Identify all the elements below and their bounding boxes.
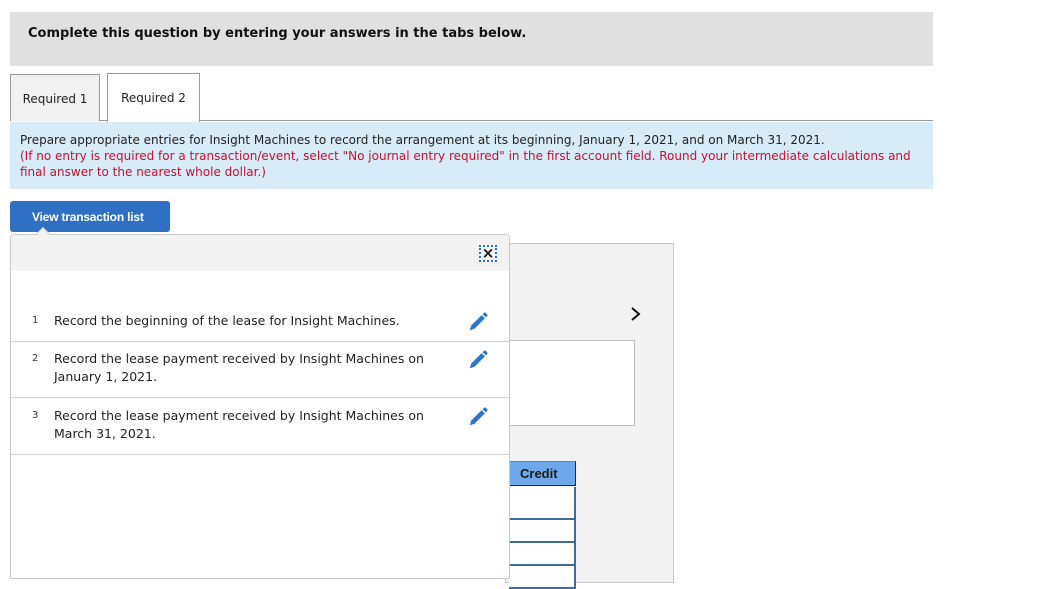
transaction-item-2[interactable]: 2 Record the lease payment received by I… [11, 350, 509, 388]
transaction-item-1[interactable]: 1 Record the beginning of the lease for … [11, 312, 509, 332]
transaction-text: Record the lease payment received by Ins… [54, 408, 424, 441]
credit-input[interactable] [509, 566, 576, 589]
instruction-text: Complete this question by entering your … [28, 26, 527, 41]
credit-input[interactable] [509, 487, 576, 520]
transaction-text: Record the beginning of the lease for In… [54, 313, 400, 328]
transaction-number: 2 [32, 353, 39, 364]
prompt-note-text: (If no entry is required for a transacti… [20, 149, 911, 179]
transaction-number: 1 [32, 315, 39, 326]
question-prompt: Prepare appropriate entries for Insight … [10, 122, 933, 189]
transaction-list-popover: × 1 Record the beginning of the lease fo… [10, 226, 510, 579]
transaction-number: 3 [32, 410, 39, 421]
journal-entry-box [505, 340, 635, 426]
prompt-main-text: Prepare appropriate entries for Insight … [20, 133, 825, 147]
pencil-icon[interactable] [467, 311, 489, 333]
tab-bar: Required 1 Required 2 [10, 73, 933, 122]
tab-required-1[interactable]: Required 1 [10, 74, 100, 121]
list-divider [11, 397, 509, 398]
list-divider [11, 341, 509, 342]
chevron-right-icon[interactable] [628, 306, 644, 322]
transaction-item-3[interactable]: 3 Record the lease payment received by I… [11, 407, 509, 445]
view-transaction-list-button[interactable]: View transaction list [10, 201, 170, 232]
close-icon[interactable]: × [479, 245, 497, 262]
instruction-bar: Complete this question by entering your … [10, 12, 933, 66]
pencil-icon[interactable] [467, 406, 489, 428]
credit-input[interactable] [509, 520, 576, 543]
popover-header: × [11, 226, 509, 271]
tab-required-2[interactable]: Required 2 [107, 73, 200, 122]
credit-input[interactable] [509, 543, 576, 566]
list-divider [11, 454, 509, 455]
credit-column-header: Credit [509, 461, 576, 486]
transaction-text: Record the lease payment received by Ins… [54, 351, 424, 384]
pencil-icon[interactable] [467, 349, 489, 371]
